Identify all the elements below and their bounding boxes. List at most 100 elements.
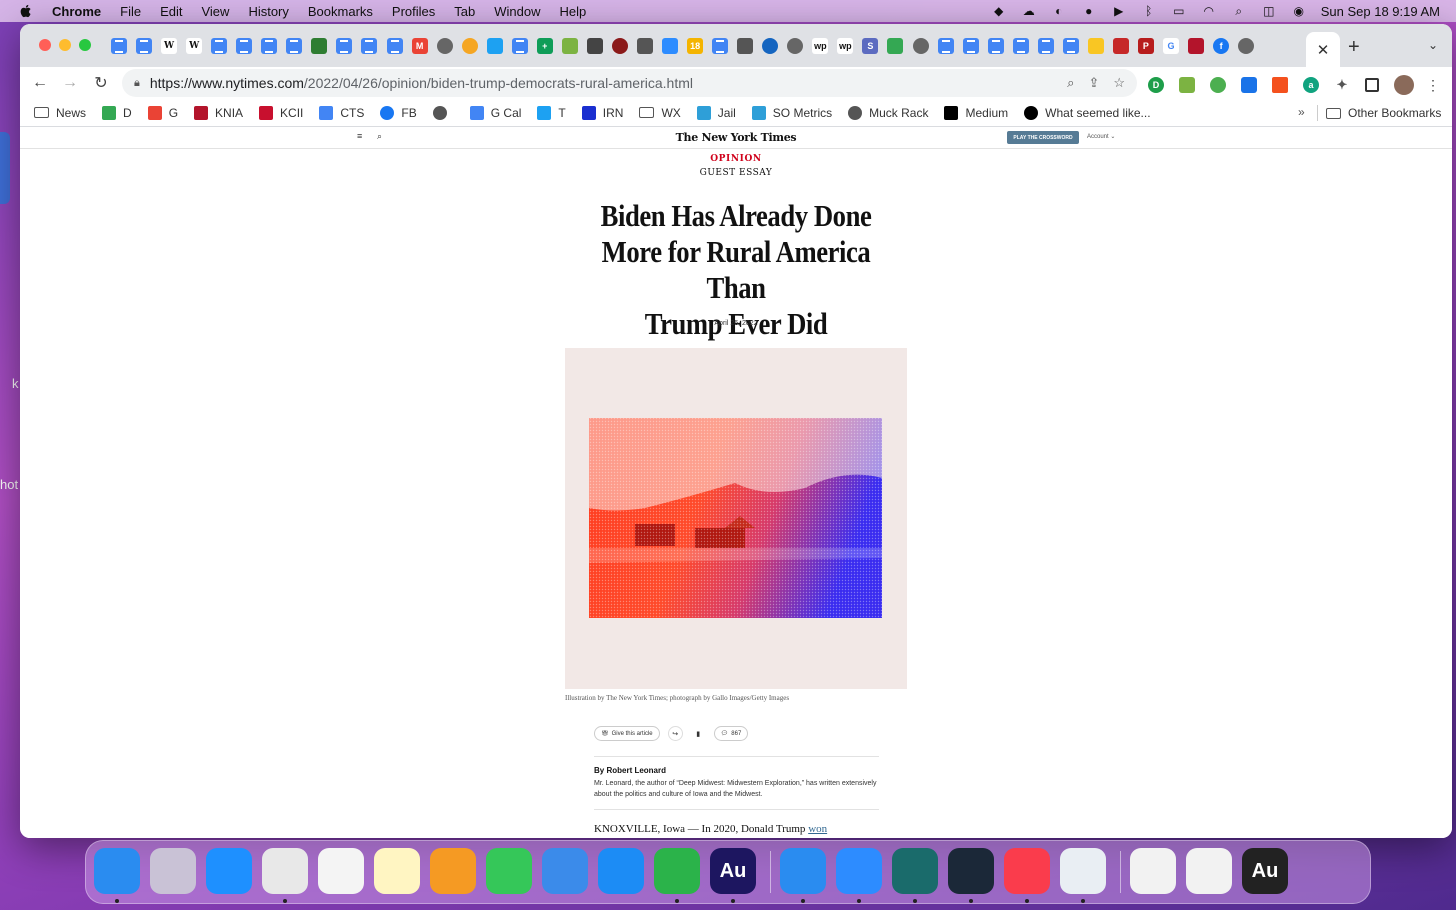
tab-google-doc-icon[interactable] — [1037, 38, 1054, 54]
dock-preview-icon[interactable] — [1060, 848, 1106, 894]
bookmark-item[interactable]: T — [537, 105, 566, 120]
tab-google-doc-icon[interactable] — [236, 38, 253, 54]
tab-google-doc-icon[interactable] — [987, 38, 1004, 54]
nyt-logo[interactable]: The New York Times — [20, 131, 1452, 144]
tab-circle-icon[interactable] — [762, 38, 779, 54]
dock-keynote-icon[interactable] — [542, 848, 588, 894]
tab-google-doc-icon[interactable] — [712, 38, 729, 54]
menu-clock[interactable]: Sun Sep 18 9:19 AM — [1321, 4, 1440, 19]
tab-p-icon[interactable]: P — [1137, 38, 1154, 54]
play-icon[interactable]: ▶ — [1111, 4, 1127, 18]
dock-bluetooth-icon[interactable] — [780, 848, 826, 894]
share-icon[interactable]: ⇪ — [1088, 75, 1099, 91]
zoom-window-button[interactable] — [79, 39, 91, 51]
bookmark-item[interactable]: SO Metrics — [751, 105, 832, 120]
menu-help[interactable]: Help — [560, 4, 587, 19]
tab-google-doc-icon[interactable] — [937, 38, 954, 54]
tab-sunflower-icon[interactable] — [461, 38, 478, 54]
tab-globe-icon[interactable] — [1238, 38, 1255, 54]
dock-zoom-icon[interactable] — [836, 848, 882, 894]
byline[interactable]: By Robert Leonard — [594, 766, 666, 775]
wifi-icon[interactable]: ◠ — [1201, 4, 1217, 18]
gift-article-button[interactable]: 🎁︎ Give this article — [594, 726, 660, 741]
zoom-magnifier-icon[interactable]: ⌕ — [1067, 75, 1074, 91]
tab-google-doc-icon[interactable] — [136, 38, 153, 54]
tab-google-doc-icon[interactable] — [286, 38, 303, 54]
lock-icon[interactable]: 🔒︎ — [134, 77, 140, 90]
comments-button[interactable]: 💬︎ 867 — [713, 726, 749, 741]
tab-google-doc-icon[interactable] — [1062, 38, 1079, 54]
tab-image-icon[interactable] — [737, 38, 754, 54]
grammarly-icon[interactable]: ● — [1081, 4, 1097, 18]
minimize-window-button[interactable] — [59, 39, 71, 51]
menu-window[interactable]: Window — [494, 4, 540, 19]
siri-icon[interactable]: ◉ — [1291, 4, 1307, 18]
bookmark-item[interactable]: Muck Rack — [848, 105, 928, 120]
extension-refresh-icon[interactable] — [1210, 77, 1226, 93]
bookmark-item[interactable]: News — [34, 106, 86, 120]
bookmark-item[interactable]: D — [102, 105, 132, 120]
tab-google-icon[interactable]: G — [1162, 38, 1179, 54]
menu-view[interactable]: View — [201, 4, 229, 19]
dock-steam-icon[interactable] — [948, 848, 994, 894]
dock-doc-thumb-1-icon[interactable] — [1130, 848, 1176, 894]
profile-avatar[interactable] — [1394, 75, 1414, 95]
tab-google-doc-icon[interactable] — [1012, 38, 1029, 54]
menu-edit[interactable]: Edit — [160, 4, 182, 19]
tab-globe-icon[interactable] — [912, 38, 929, 54]
dock-safari-icon[interactable] — [206, 848, 252, 894]
bookmark-item[interactable]: Jail — [696, 105, 736, 120]
tab-zoom-icon[interactable] — [662, 38, 679, 54]
dock-doc-thumb-2-icon[interactable] — [1186, 848, 1232, 894]
tab-google-doc-icon[interactable] — [111, 38, 127, 54]
menu-history[interactable]: History — [248, 4, 288, 19]
tab-s-icon[interactable]: S — [862, 38, 879, 54]
battery-icon[interactable]: ▭ — [1171, 4, 1187, 18]
bookmark-item[interactable]: CTS — [319, 105, 364, 120]
dock-audition-window-icon[interactable]: Au — [1242, 848, 1288, 894]
dock-camo-icon[interactable] — [892, 848, 938, 894]
tab-yellow-icon[interactable] — [1087, 38, 1104, 54]
creative-cloud-icon[interactable]: ☁ — [1021, 4, 1037, 18]
tab-google-doc-icon[interactable] — [261, 38, 278, 54]
bookmarks-overflow-chevron-icon[interactable]: » — [1298, 105, 1305, 119]
dock-photos-icon[interactable] — [318, 848, 364, 894]
bookmark-item[interactable]: G — [147, 105, 178, 120]
camo-icon[interactable]: ◐ — [1051, 4, 1067, 18]
play-crossword-button[interactable]: PLAY THE CROSSWORD — [1007, 131, 1079, 144]
bookmark-star-icon[interactable]: ☆ — [1113, 75, 1125, 91]
tab-knia-icon[interactable] — [1188, 38, 1205, 54]
tab-google-sheet-icon[interactable]: + — [536, 38, 553, 54]
url-text[interactable]: https://www.nytimes.com/2022/04/26/opini… — [150, 75, 693, 91]
share-arrow-icon[interactable]: ↪ — [667, 726, 683, 741]
bookmark-item[interactable]: KNIA — [194, 105, 243, 120]
dock-numbers-icon[interactable] — [486, 848, 532, 894]
dock-messages-icon[interactable] — [654, 848, 700, 894]
bookmark-save-icon[interactable]: ▮ — [691, 726, 706, 741]
new-tab-button[interactable]: + — [1348, 36, 1360, 59]
dock-audition-icon[interactable]: Au — [710, 848, 756, 894]
dock-app-store-icon[interactable] — [598, 848, 644, 894]
back-arrow-icon[interactable]: ← — [29, 72, 51, 94]
dock-finder-icon[interactable] — [94, 848, 140, 894]
menu-profiles[interactable]: Profiles — [392, 4, 435, 19]
tab-shield-icon[interactable] — [611, 38, 628, 54]
account-menu[interactable]: Account ⌄ — [1087, 133, 1115, 140]
reload-icon[interactable]: ↻ — [90, 72, 112, 94]
tab-twitter-icon[interactable] — [486, 38, 503, 54]
tab-wikipedia-icon[interactable]: W — [161, 38, 178, 54]
close-window-button[interactable] — [39, 39, 51, 51]
control-center-icon[interactable]: ◫ — [1261, 4, 1277, 18]
tab-gmail-icon[interactable]: M — [411, 38, 428, 54]
extension-camera-icon[interactable] — [1241, 77, 1257, 93]
tab-google-doc-icon[interactable] — [962, 38, 979, 54]
bookmark-item[interactable]: WX — [639, 106, 681, 120]
tab-search-chevron-icon[interactable]: ⌄ — [1428, 38, 1438, 52]
forward-arrow-icon[interactable]: → — [59, 72, 81, 94]
extension-d-icon[interactable]: D — [1148, 77, 1164, 93]
bookmark-item[interactable]: What seemed like... — [1024, 105, 1151, 120]
other-bookmarks-folder[interactable]: Other Bookmarks — [1326, 99, 1441, 127]
tab-washington-post-icon[interactable]: wp — [837, 38, 854, 54]
dock-launchpad-icon[interactable] — [150, 848, 196, 894]
tab-google-doc-icon[interactable] — [511, 38, 528, 54]
